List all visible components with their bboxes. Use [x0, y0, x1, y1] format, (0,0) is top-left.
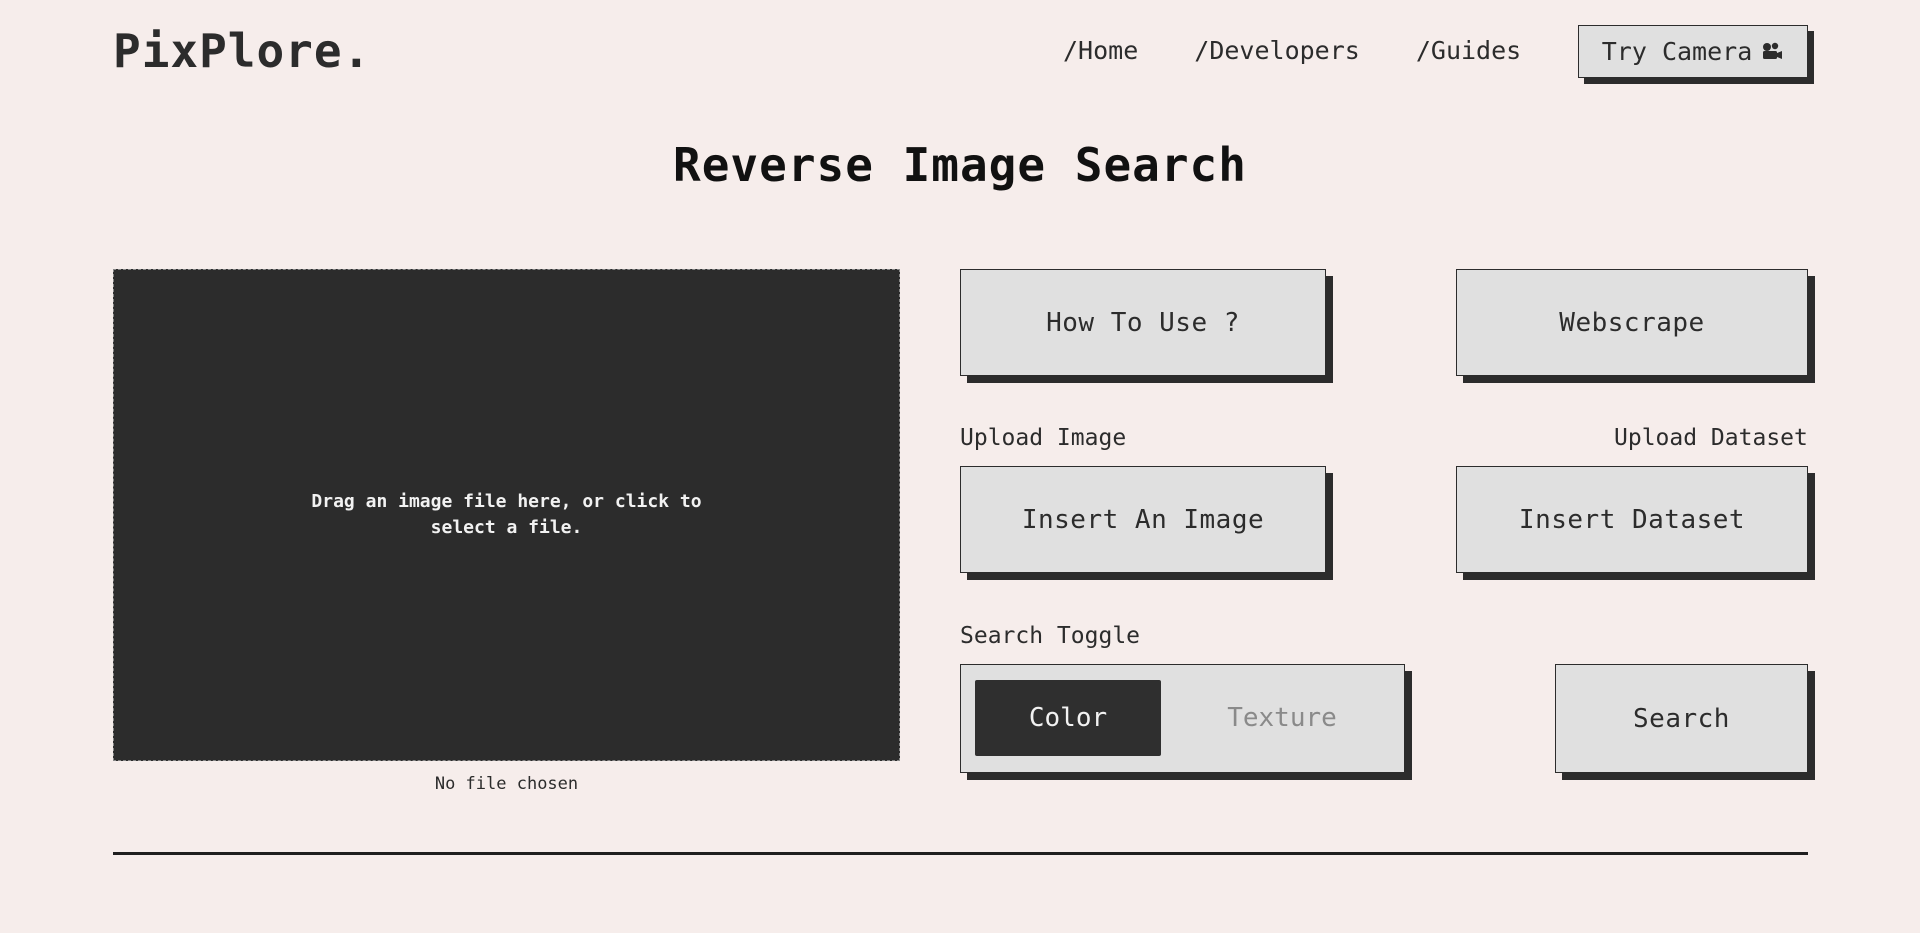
- toggle-color-option[interactable]: Color: [975, 680, 1161, 756]
- nav-home-link[interactable]: /Home: [1063, 36, 1138, 65]
- insert-image-button[interactable]: Insert An Image: [960, 466, 1326, 573]
- webscrape-button[interactable]: Webscrape: [1456, 269, 1808, 376]
- how-to-use-button[interactable]: How To Use ?: [960, 269, 1326, 376]
- page-title: Reverse Image Search: [673, 138, 1247, 192]
- dropzone-instructions: Drag an image file here, or click to sel…: [311, 491, 702, 538]
- logo[interactable]: PixPlore.: [113, 24, 371, 78]
- footer-divider: [113, 852, 1808, 855]
- upload-image-label: Upload Image: [960, 425, 1127, 451]
- file-status: No file chosen: [434, 774, 579, 794]
- search-toggle-label: Search Toggle: [960, 623, 1141, 649]
- toggle-texture-option[interactable]: Texture: [1189, 680, 1375, 756]
- search-button[interactable]: Search: [1555, 664, 1808, 773]
- nav-developers-link[interactable]: /Developers: [1194, 36, 1360, 65]
- nav-guides-link[interactable]: /Guides: [1416, 36, 1521, 65]
- image-dropzone[interactable]: Drag an image file here, or click to sel…: [113, 269, 900, 761]
- try-camera-label: Try Camera: [1601, 37, 1753, 66]
- top-nav: /Home /Developers /Guides: [1063, 36, 1577, 65]
- search-toggle: Color Texture: [960, 664, 1405, 773]
- page: PixPlore. /Home /Developers /Guides Try …: [0, 0, 1920, 933]
- try-camera-button[interactable]: Try Camera: [1578, 25, 1808, 78]
- camera-icon: [1763, 42, 1783, 59]
- insert-dataset-button[interactable]: Insert Dataset: [1456, 466, 1808, 573]
- upload-dataset-label: Upload Dataset: [1614, 425, 1808, 451]
